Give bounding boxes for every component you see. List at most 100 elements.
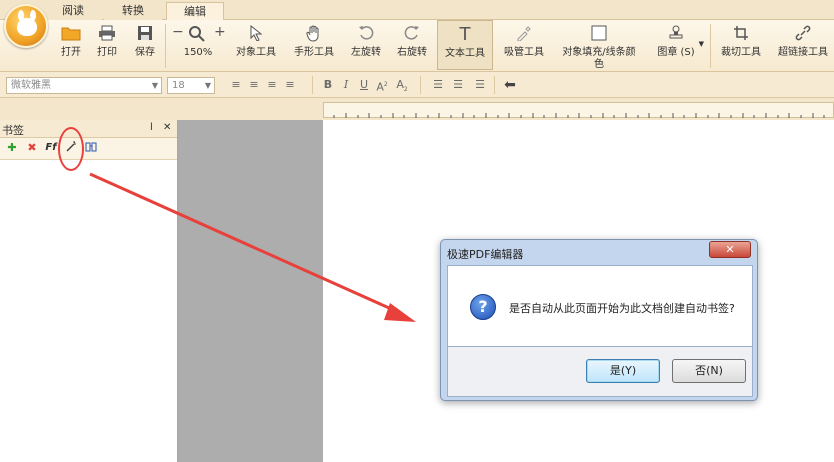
chain-link-icon	[795, 25, 811, 43]
format-divider	[420, 76, 421, 94]
underline-button[interactable]: U	[356, 77, 372, 93]
align-left-icon[interactable]: ≡	[228, 77, 244, 93]
line-spacing-icon[interactable]: ☰	[430, 77, 446, 93]
toolbar-divider	[710, 24, 711, 68]
dialog-footer: 是(Y) 否(N)	[447, 347, 753, 397]
object-tool-button[interactable]: 对象工具	[232, 20, 280, 70]
rotate-left-button[interactable]: 左旋转	[346, 20, 386, 70]
rotate-right-label: 右旋转	[397, 47, 427, 58]
subscript-button[interactable]: A2	[394, 77, 410, 93]
confirm-dialog: 极速PDF编辑器 ✕ ? 是否自动从此页面开始为此文档创建自动书签? 是(Y) …	[440, 239, 758, 401]
bookmark-panel-header: 书签 ⅼ ✕	[0, 120, 177, 138]
delete-bookmark-icon[interactable]: ✖	[25, 141, 39, 155]
ribbon-toolbar: 打开 打印 保存 − + 150% 对象工具 手形工具 左旋转 右旋转 T 文本…	[0, 20, 834, 72]
rotate-right-icon	[404, 25, 420, 43]
print-label: 打印	[97, 47, 117, 58]
subscript-label: A	[396, 78, 404, 91]
print-button[interactable]: 打印	[92, 20, 122, 70]
indent-icon[interactable]: ☰	[472, 77, 488, 93]
open-button[interactable]: 打开	[56, 20, 86, 70]
pin-icon[interactable]: ⅼ	[150, 122, 153, 133]
stamp-icon	[668, 25, 684, 43]
bookmark-font-icon[interactable]: Ff	[44, 141, 58, 155]
zoom-control[interactable]: − + 150%	[170, 20, 226, 70]
close-icon: ✕	[725, 243, 735, 256]
hand-icon	[306, 25, 322, 43]
zoom-out-button[interactable]: −	[172, 24, 184, 40]
question-icon: ?	[470, 294, 496, 320]
hyperlink-tool-button[interactable]: 超链接工具	[774, 20, 832, 70]
object-tool-label: 对象工具	[236, 47, 276, 58]
text-tool-button[interactable]: T 文本工具	[437, 20, 493, 70]
add-bookmark-icon[interactable]: ✚	[5, 141, 19, 155]
dialog-body: ? 是否自动从此页面开始为此文档创建自动书签?	[447, 265, 753, 347]
hand-tool-button[interactable]: 手形工具	[290, 20, 338, 70]
rotate-left-label: 左旋转	[351, 47, 381, 58]
undo-arrow-icon[interactable]: ⬅	[502, 77, 518, 93]
tab-read[interactable]: 阅读	[44, 2, 102, 20]
dialog-close-button[interactable]: ✕	[709, 241, 751, 258]
bookmark-toolbar: ✚ ✖ Ff	[0, 138, 177, 160]
crop-label: 裁切工具	[721, 47, 761, 58]
bold-button[interactable]: B	[320, 77, 336, 93]
align-right-icon[interactable]: ≡	[264, 77, 280, 93]
ruler-ticks	[333, 113, 825, 118]
eyedropper-button[interactable]: 吸管工具	[500, 20, 548, 70]
font-family-value: 微软雅黑	[11, 80, 51, 91]
close-icon[interactable]: ✕	[163, 122, 171, 133]
chevron-down-icon: ▼	[204, 81, 211, 90]
stamp-label: 图章 (S)	[657, 47, 695, 58]
hand-tool-label: 手形工具	[294, 47, 334, 58]
bookmark-panel-title: 书签	[2, 124, 24, 137]
crop-tool-button[interactable]: 裁切工具	[716, 20, 766, 70]
floppy-disk-icon	[137, 25, 153, 43]
save-label: 保存	[135, 47, 155, 58]
paragraph-spacing-icon[interactable]: ☰	[450, 77, 466, 93]
yes-button[interactable]: 是(Y)	[586, 359, 660, 383]
rotate-right-button[interactable]: 右旋转	[392, 20, 432, 70]
no-button[interactable]: 否(N)	[672, 359, 746, 383]
toolbar-divider	[165, 24, 166, 68]
crop-icon	[733, 25, 749, 43]
rotate-left-icon	[358, 25, 374, 43]
app-logo[interactable]	[4, 4, 48, 48]
dialog-message: 是否自动从此页面开始为此文档创建自动书签?	[509, 302, 735, 315]
format-divider	[312, 76, 313, 94]
text-cursor-icon: T	[459, 24, 471, 45]
printer-icon	[98, 25, 116, 43]
ribbon-tab-bar: 阅读 转换 编辑	[0, 0, 834, 20]
folder-icon	[61, 25, 81, 43]
find-bookmark-icon[interactable]	[84, 141, 98, 155]
font-size-select[interactable]: 18 ▼	[167, 77, 215, 94]
stamp-button[interactable]: 图章 (S) ▼	[650, 20, 704, 70]
document-background	[179, 120, 323, 462]
format-toolbar: 微软雅黑 ▼ 18 ▼ ≡ ≡ ≡ ≡ B I U A2 A2 ☰ ☰ ☰ ⬅	[0, 72, 834, 98]
text-tool-label: 文本工具	[445, 48, 485, 59]
open-label: 打开	[61, 47, 81, 58]
save-button[interactable]: 保存	[130, 20, 160, 70]
object-fill-label-line1: 对象填充/线条颜	[562, 47, 636, 58]
bookmark-panel: 书签 ⅼ ✕ ✚ ✖ Ff	[0, 120, 178, 462]
cursor-arrow-icon	[249, 24, 263, 43]
align-center-icon[interactable]: ≡	[246, 77, 262, 93]
object-fill-button[interactable]: 对象填充/线条颜 色	[556, 20, 642, 70]
tab-edit[interactable]: 编辑	[166, 2, 224, 20]
tab-convert[interactable]: 转换	[104, 2, 162, 20]
italic-button[interactable]: I	[338, 77, 354, 93]
align-justify-icon[interactable]: ≡	[282, 77, 298, 93]
stamp-dropdown-icon[interactable]: ▼	[699, 40, 704, 48]
ruler-bar	[0, 98, 834, 120]
eyedropper-icon	[516, 25, 532, 43]
hyperlink-label: 超链接工具	[778, 47, 828, 58]
zoom-level: 150%	[183, 47, 213, 58]
superscript-button[interactable]: A2	[374, 77, 390, 94]
font-family-select[interactable]: 微软雅黑 ▼	[6, 77, 162, 94]
annotation-circle	[58, 127, 84, 171]
eyedropper-label: 吸管工具	[504, 47, 544, 58]
chevron-down-icon: ▼	[151, 81, 158, 90]
horizontal-ruler[interactable]	[323, 102, 834, 118]
fill-square-icon	[591, 25, 607, 43]
zoom-in-button[interactable]: +	[214, 24, 226, 40]
format-divider	[494, 76, 495, 94]
object-fill-label-line2: 色	[594, 59, 604, 70]
